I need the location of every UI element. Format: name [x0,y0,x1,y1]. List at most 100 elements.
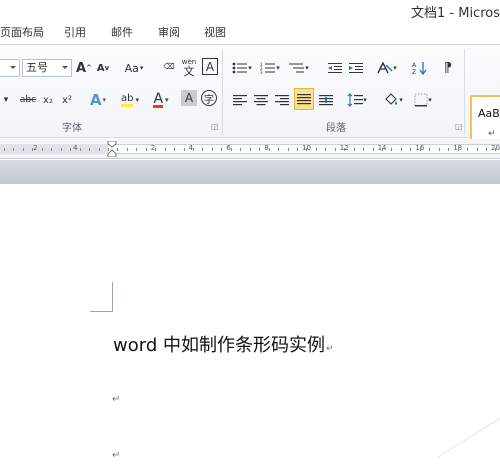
strikethrough-button[interactable]: abc [17,90,39,110]
style-para-mark: ↵ [488,129,496,139]
highlight-icon: ab [121,93,134,107]
ruler-tick [429,148,431,151]
crop-mark [90,311,113,312]
ruler-tick [334,148,336,151]
window-title: 文档1 - Micros [411,6,500,21]
increase-indent-button[interactable] [347,58,365,78]
ruler-tick [476,148,478,151]
ruler-tick [372,148,374,151]
chinese-layout-button[interactable]: ▾ [374,58,400,78]
pilcrow-icon: ⁋ [443,60,453,76]
clear-format-icon: ⌫ [163,62,175,71]
font-size-dropdown[interactable]: 五号 [22,59,72,77]
ruler-tick [126,148,128,151]
justify-icon [297,94,311,105]
ruler-tick [155,148,157,151]
ruler-tick [306,148,308,151]
numbering-icon: 123 [260,62,276,74]
dialog-launcher-icon[interactable]: ◲ [455,122,463,131]
line-spacing-button[interactable]: ▾ [344,90,370,110]
numbering-button[interactable]: 123 ▾ [258,58,282,78]
grow-font-button[interactable]: A ^ [76,58,92,78]
bullets-icon [232,62,248,74]
change-case-button[interactable]: Aa ▾ [122,58,146,78]
title-bar: 文档1 - Micros [0,0,500,22]
ruler-tick [60,148,62,151]
tab-mailings[interactable]: 邮件 [111,24,133,40]
crop-mark [112,282,113,312]
ruler-tick [296,148,298,151]
ruler-tick [419,148,421,151]
chevron-down-icon [10,66,16,69]
ruler-tick [4,148,5,151]
decrease-indent-button[interactable] [326,58,344,78]
char-border-button[interactable]: A [202,58,218,75]
font-size-value: 五号 [26,61,48,74]
ruler-tick [193,148,194,151]
clear-format-button[interactable]: ⌫ [160,57,178,77]
document-page[interactable]: word 中如制作条形码实例↵ ↵ ↵ [0,184,500,465]
ruler-tick [98,148,100,151]
multilevel-list-icon [289,63,305,73]
align-center-icon [254,95,268,106]
ruler-tick [249,148,251,151]
text-effects-icon: A [89,91,102,109]
align-center-button[interactable] [252,90,270,110]
font-group-label: 字体 [62,123,82,134]
show-marks-button[interactable]: ⁋ [440,58,456,78]
shrink-font-button[interactable]: Av [95,58,111,78]
justify-button[interactable] [294,88,314,110]
change-case-icon: Aa [124,61,139,75]
ruler-tick [174,148,176,151]
ribbon-shadow-band [0,160,500,184]
tab-review[interactable]: 审阅 [158,24,180,40]
ruler-tick [353,148,355,151]
ruler-tick [400,148,402,151]
tab-page-layout[interactable]: 页面布局 [0,24,44,40]
tab-references[interactable]: 引用 [64,24,86,40]
document-heading[interactable]: word 中如制作条形码实例↵ [113,331,334,357]
bullets-button[interactable]: ▾ [230,58,254,78]
ruler-tick [457,148,459,151]
align-right-button[interactable] [273,90,291,110]
enclose-char-button[interactable]: 字 [201,90,217,106]
font-name-dropdown[interactable] [0,59,20,77]
ruler-tick [485,148,487,151]
multilevel-list-button[interactable]: ▾ [286,58,312,78]
distributed-button[interactable] [317,90,335,110]
ruler-tick [202,148,204,151]
borders-button[interactable]: ▾ [410,90,436,110]
phonetic-guide-button[interactable]: wén 文 [180,57,198,77]
horizontal-ruler[interactable]: 242468101214161820 [0,139,500,159]
group-divider [464,49,465,135]
para-mark: ↵ [325,344,334,354]
ruler-tick [41,148,43,151]
shading-button[interactable]: ▾ [380,90,406,110]
shrink-font-icon: A [96,62,105,74]
group-divider [222,49,223,135]
highlight-button[interactable]: ab ▾ [116,90,144,110]
font-color-button[interactable]: A ▾ [148,90,174,110]
align-left-button[interactable] [231,90,249,110]
ruler-tick [221,148,223,151]
decrease-indent-icon [328,63,342,73]
sort-button[interactable]: AZ [410,58,430,78]
ruler-tick [467,148,469,151]
subscript-button[interactable]: x₂ [41,90,55,110]
ruler-tick [117,148,119,151]
more-format-dropdown[interactable]: ▾ [0,90,12,110]
indent-marker-icon[interactable] [107,141,117,157]
char-shading-button[interactable]: A [181,90,197,106]
align-left-icon [233,95,247,106]
ruler-tick [211,148,213,151]
ruler-tick [448,148,450,151]
superscript-button[interactable]: x² [60,90,74,110]
tab-view[interactable]: 视图 [204,24,226,40]
ruler-tick [287,148,289,151]
page-edge-line [437,414,500,458]
dialog-launcher-icon[interactable]: ◲ [211,122,219,131]
chinese-layout-icon [377,62,393,74]
paragraph-group-label: 段落 [326,123,346,134]
text-effects-button[interactable]: A ▾ [86,90,110,110]
borders-icon [414,93,428,107]
